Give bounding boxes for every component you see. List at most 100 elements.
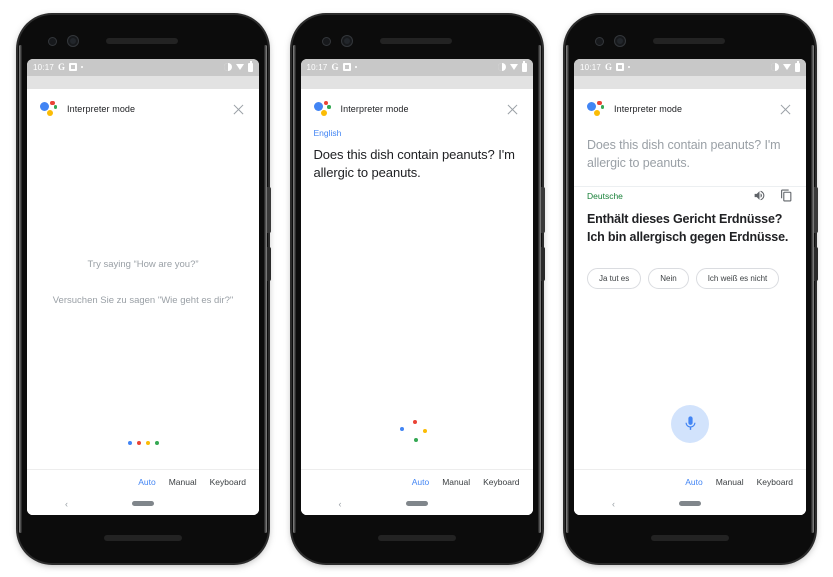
bottom-speaker [651,534,729,541]
do-not-disturb-icon [771,63,779,71]
android-nav-bar: ‹ [27,492,259,515]
interpreter-app-1: Interpreter mode Try saying “How are you… [27,88,259,515]
phone-1: 10:17 G Interpreter mode Try saying “How… [18,14,271,563]
chip-ich-weiss-es-nicht[interactable]: Ich weiß es nicht [695,267,780,289]
dot-icon [81,66,84,68]
status-clock: 10:17 [306,62,328,72]
status-clock: 10:17 [580,62,602,72]
home-pill-icon[interactable] [679,501,701,506]
google-icon: G [605,62,613,72]
back-icon[interactable]: ‹ [612,499,615,509]
status-bar-right [497,60,527,72]
source-transcript: Does this dish contain peanuts? I'm alle… [313,146,515,180]
close-icon[interactable] [505,102,520,117]
prompt-german: Versuchen Sie zu sagen "Wie geht es dir?… [52,295,234,306]
translation-header: Deutsche [574,189,806,202]
google-icon: G [58,62,66,72]
sd-card-icon [616,63,625,71]
phone-1-screen: 10:17 G Interpreter mode Try saying “How… [27,58,259,515]
front-camera-small-icon [595,36,604,46]
wifi-icon [236,64,244,70]
power-button[interactable] [814,186,818,233]
mode-keyboard[interactable]: Keyboard [210,477,246,487]
volume-button[interactable] [267,246,271,281]
app-header: Interpreter mode [301,89,533,126]
mode-manual[interactable]: Manual [716,477,744,487]
page-title: Interpreter mode [614,104,683,114]
source-language-label: English [313,127,342,138]
wifi-icon [509,64,518,70]
speaker-icon[interactable] [753,189,766,202]
android-nav-bar: ‹ [300,492,533,515]
page-title: Interpreter mode [340,104,409,114]
mic-button-area [574,404,806,469]
close-icon[interactable] [778,102,793,117]
prompt-english: Try saying “How are you?” [87,259,199,271]
app-chrome-strip [27,75,259,89]
sd-card-icon [69,63,78,71]
mode-manual[interactable]: Manual [169,477,197,487]
mode-auto[interactable]: Auto [138,477,156,487]
source-transcript: Does this dish contain peanuts? I'm alle… [587,137,781,170]
power-button[interactable] [267,186,271,233]
microphone-icon[interactable] [671,404,709,443]
google-assistant-logo [313,100,331,118]
earpiece-speaker [653,37,725,44]
copy-icon[interactable] [780,189,793,202]
status-bar-right [224,60,253,72]
listening-dots-indicator [27,440,259,469]
do-not-disturb-icon [224,63,232,71]
mode-keyboard[interactable]: Keyboard [483,477,519,487]
phone-3: 10:17 G Interpreter mode Does this dish … [565,14,818,563]
transcript-divider [574,185,806,187]
back-icon[interactable]: ‹ [65,499,68,509]
battery-icon [795,60,800,72]
status-bar-left: 10:17 G [33,62,84,72]
battery-icon [521,60,527,72]
mode-bar: Auto Manual Keyboard [27,470,259,493]
close-icon[interactable] [231,102,246,117]
mode-bar: Auto Manual Keyboard [301,470,533,493]
volume-button[interactable] [814,246,818,281]
front-camera-large-icon [614,34,626,47]
status-bar-right [771,60,800,72]
dot-icon [628,66,631,68]
status-bar: 10:17 G [300,58,533,76]
earpiece-speaker [106,37,178,44]
mode-auto[interactable]: Auto [412,477,430,487]
front-camera-large-icon [340,34,353,47]
mode-auto[interactable]: Auto [685,477,703,487]
earpiece-speaker [379,37,452,44]
phone-2-screen: 10:17 G Interpreter mode English Does th… [300,58,533,515]
home-pill-icon[interactable] [405,501,428,506]
back-icon[interactable]: ‹ [339,499,342,509]
power-button[interactable] [540,186,545,233]
status-bar-left: 10:17 G [580,62,631,72]
mode-keyboard[interactable]: Keyboard [757,477,793,487]
status-bar: 10:17 G [27,58,259,76]
front-camera-large-icon [67,34,79,47]
app-chrome-strip [574,75,806,89]
interpreter-app-2: Interpreter mode English Does this dish … [300,88,533,515]
chip-ja-tut-es[interactable]: Ja tut es [587,267,642,289]
battery-icon [248,60,253,72]
home-pill-icon[interactable] [132,501,154,506]
phone-2: 10:17 G Interpreter mode English Does th… [291,14,545,563]
translation-actions [753,189,793,202]
app-header: Interpreter mode [27,89,259,126]
listening-dots-indicator [399,417,434,445]
app-header: Interpreter mode [574,89,806,126]
page-title: Interpreter mode [67,104,136,114]
android-nav-bar: ‹ [574,492,806,515]
volume-button[interactable] [540,246,545,281]
bottom-speaker [377,534,456,541]
prompt-area: Try saying “How are you?” Versuchen Sie … [27,126,259,441]
dot-icon [354,66,357,68]
interpreter-app-3: Interpreter mode Does this dish contain … [574,88,806,515]
mode-manual[interactable]: Manual [442,477,470,487]
front-camera-small-icon [48,36,57,46]
google-icon: G [331,62,339,72]
status-bar-left: 10:17 G [307,62,357,72]
phone-3-screen: 10:17 G Interpreter mode Does this dish … [574,58,806,515]
chip-nein[interactable]: Nein [648,267,689,289]
